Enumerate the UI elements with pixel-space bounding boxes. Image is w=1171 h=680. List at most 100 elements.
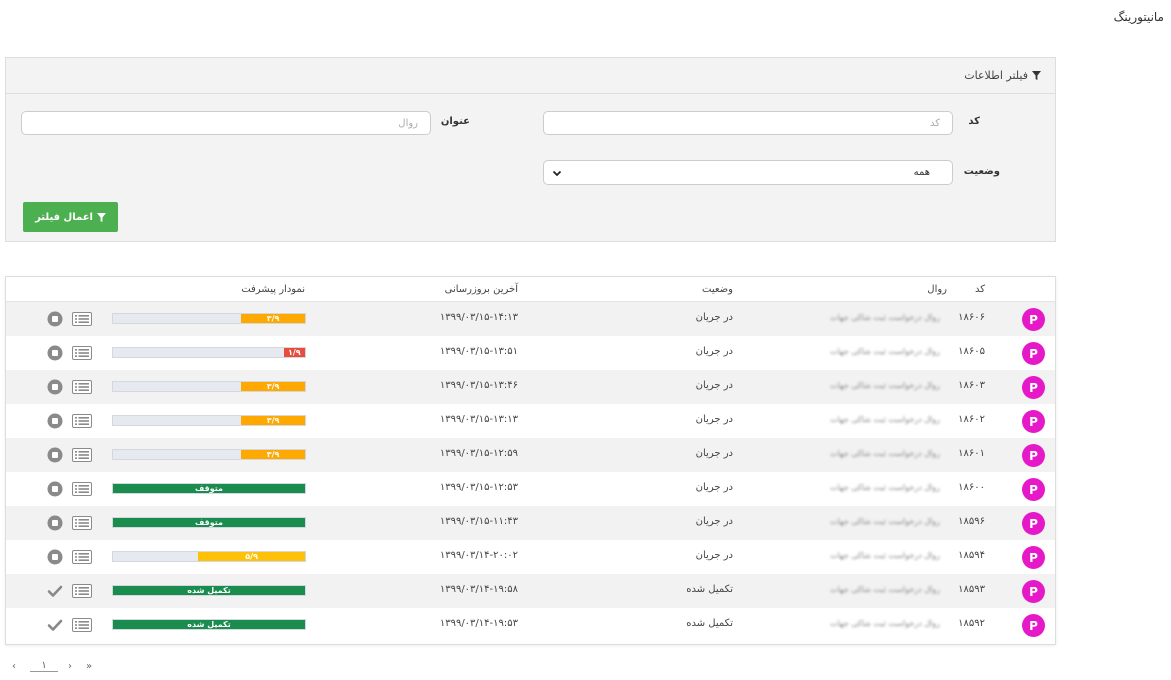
progress-bar: متوقف xyxy=(112,517,306,528)
progress-label: ۳/۹ xyxy=(266,314,280,323)
progress-label: ۳/۹ xyxy=(266,450,280,459)
stop-icon[interactable] xyxy=(47,549,63,565)
progress-label: ۳/۹ xyxy=(266,416,280,425)
progress-bar: ۵/۹ xyxy=(112,551,306,562)
row-last-update: ۱۳۹۹/۰۳/۱۵-۱۳:۱۳ xyxy=(439,414,518,425)
title-input[interactable] xyxy=(21,111,431,135)
pagination-last[interactable]: » xyxy=(86,661,92,672)
stop-icon[interactable] xyxy=(47,515,63,531)
pagination: ‹ ۱ › » xyxy=(12,658,92,674)
monitoring-table: کد روال وضعیت آخرین بروزرسانی نمودار پیش… xyxy=(5,276,1056,645)
row-process: روال درخواست ثبت شاکی جهات xyxy=(830,585,940,594)
code-label: کد xyxy=(968,116,980,127)
pagination-prev[interactable]: ‹ xyxy=(12,661,16,672)
code-input[interactable] xyxy=(543,111,953,135)
column-header-last-update[interactable]: آخرین بروزرسانی xyxy=(445,284,518,295)
status-label: وضعیت xyxy=(963,166,1000,177)
progress-fill: متوقف xyxy=(113,518,305,527)
details-list-icon[interactable] xyxy=(72,414,92,428)
apply-filter-button[interactable]: اعمال فیلتر xyxy=(23,202,118,232)
progress-label: تکمیل شده xyxy=(187,586,231,595)
process-type-badge: P xyxy=(1022,478,1045,501)
row-last-update: ۱۳۹۹/۰۳/۱۵-۱۲:۵۹ xyxy=(439,448,518,459)
table-row[interactable]: P ۱۸۶۰۵ روال درخواست ثبت شاکی جهات در جریان… xyxy=(6,336,1055,370)
process-type-badge: P xyxy=(1022,308,1045,331)
column-header-progress[interactable]: نمودار پیشرفت xyxy=(241,284,305,295)
progress-bar: متوقف xyxy=(112,483,306,494)
row-process: روال درخواست ثبت شاکی جهات xyxy=(830,449,940,458)
stop-icon[interactable] xyxy=(47,481,63,497)
stop-icon[interactable] xyxy=(47,379,63,395)
progress-fill: ۱/۹ xyxy=(283,348,305,357)
progress-bar: تکمیل شده xyxy=(112,585,306,596)
progress-label: ۳/۹ xyxy=(266,382,280,391)
row-status: در جریان xyxy=(695,516,733,527)
status-select[interactable]: همه xyxy=(543,160,953,185)
apply-filter-label: اعمال فیلتر xyxy=(35,211,93,223)
progress-bar: ۳/۹ xyxy=(112,449,306,460)
table-row[interactable]: P ۱۸۵۹۶ روال درخواست ثبت شاکی جهات در جریان… xyxy=(6,506,1055,540)
details-list-icon[interactable] xyxy=(72,312,92,326)
status-select-value: همه xyxy=(913,167,930,178)
progress-fill: تکمیل شده xyxy=(113,620,305,629)
row-code: ۱۸۶۰۵ xyxy=(958,346,985,357)
progress-fill: ۳/۹ xyxy=(241,314,305,323)
stop-icon[interactable] xyxy=(47,413,63,429)
row-code: ۱۸۵۹۳ xyxy=(958,584,985,595)
table-row[interactable]: P ۱۸۶۰۲ روال درخواست ثبت شاکی جهات در جریان… xyxy=(6,404,1055,438)
column-header-process[interactable]: روال xyxy=(927,284,947,295)
stop-icon[interactable] xyxy=(47,311,63,327)
row-last-update: ۱۳۹۹/۰۳/۱۵-۱۱:۴۳ xyxy=(439,516,518,527)
progress-label: ۵/۹ xyxy=(245,552,258,561)
table-row[interactable]: P ۱۸۶۰۳ روال درخواست ثبت شاکی جهات در جریان… xyxy=(6,370,1055,404)
table-row[interactable]: P ۱۸۶۰۰ روال درخواست ثبت شاکی جهات در جریان… xyxy=(6,472,1055,506)
column-header-status[interactable]: وضعیت xyxy=(702,284,733,295)
row-code: ۱۸۵۹۴ xyxy=(958,550,985,561)
chevron-down-icon xyxy=(552,170,562,176)
process-type-badge: P xyxy=(1022,546,1045,569)
details-list-icon[interactable] xyxy=(72,482,92,496)
table-row[interactable]: P ۱۸۵۹۳ روال درخواست ثبت شاکی جهات تکمیل شد… xyxy=(6,574,1055,608)
process-type-badge: P xyxy=(1022,342,1045,365)
filter-header-label: فیلتر اطلاعات xyxy=(964,69,1028,82)
details-list-icon[interactable] xyxy=(72,448,92,462)
filter-header[interactable]: فیلتر اطلاعات xyxy=(6,58,1055,94)
row-process: روال درخواست ثبت شاکی جهات xyxy=(830,415,940,424)
table-row[interactable]: P ۱۸۶۰۱ روال درخواست ثبت شاکی جهات در جریان… xyxy=(6,438,1055,472)
pagination-next[interactable]: › xyxy=(68,661,72,672)
row-process: روال درخواست ثبت شاکی جهات xyxy=(830,483,940,492)
process-type-badge: P xyxy=(1022,444,1045,467)
progress-label: متوقف xyxy=(195,518,223,527)
row-last-update: ۱۳۹۹/۰۳/۱۴-۱۹:۵۸ xyxy=(439,584,518,595)
process-type-badge: P xyxy=(1022,376,1045,399)
progress-label: تکمیل شده xyxy=(187,620,231,629)
table-row[interactable]: P ۱۸۶۰۶ روال درخواست ثبت شاکی جهات در جریان… xyxy=(6,302,1055,336)
details-list-icon[interactable] xyxy=(72,516,92,530)
progress-fill: ۵/۹ xyxy=(198,552,305,561)
row-code: ۱۸۵۹۲ xyxy=(958,618,985,629)
title-label: عنوان xyxy=(440,116,470,127)
stop-icon[interactable] xyxy=(47,345,63,361)
details-list-icon[interactable] xyxy=(72,618,92,632)
progress-fill: ۳/۹ xyxy=(241,450,305,459)
check-icon xyxy=(47,585,63,597)
details-list-icon[interactable] xyxy=(72,584,92,598)
row-process: روال درخواست ثبت شاکی جهات xyxy=(830,381,940,390)
row-code: ۱۸۵۹۶ xyxy=(958,516,985,527)
process-type-badge: P xyxy=(1022,580,1045,603)
table-row[interactable]: P ۱۸۵۹۴ روال درخواست ثبت شاکی جهات در جریان… xyxy=(6,540,1055,574)
details-list-icon[interactable] xyxy=(72,550,92,564)
check-icon xyxy=(47,619,63,631)
pagination-current-page[interactable]: ۱ xyxy=(30,660,58,672)
table-row[interactable]: P ۱۸۵۹۲ روال درخواست ثبت شاکی جهات تکمیل شد… xyxy=(6,608,1055,642)
progress-bar: ۳/۹ xyxy=(112,381,306,392)
details-list-icon[interactable] xyxy=(72,346,92,360)
row-status: در جریان xyxy=(695,448,733,459)
details-list-icon[interactable] xyxy=(72,380,92,394)
row-process: روال درخواست ثبت شاکی جهات xyxy=(830,619,940,628)
column-header-code[interactable]: کد xyxy=(975,284,985,295)
row-status: در جریان xyxy=(695,414,733,425)
progress-fill: تکمیل شده xyxy=(113,586,305,595)
stop-icon[interactable] xyxy=(47,447,63,463)
progress-label: ۱/۹ xyxy=(288,348,301,357)
